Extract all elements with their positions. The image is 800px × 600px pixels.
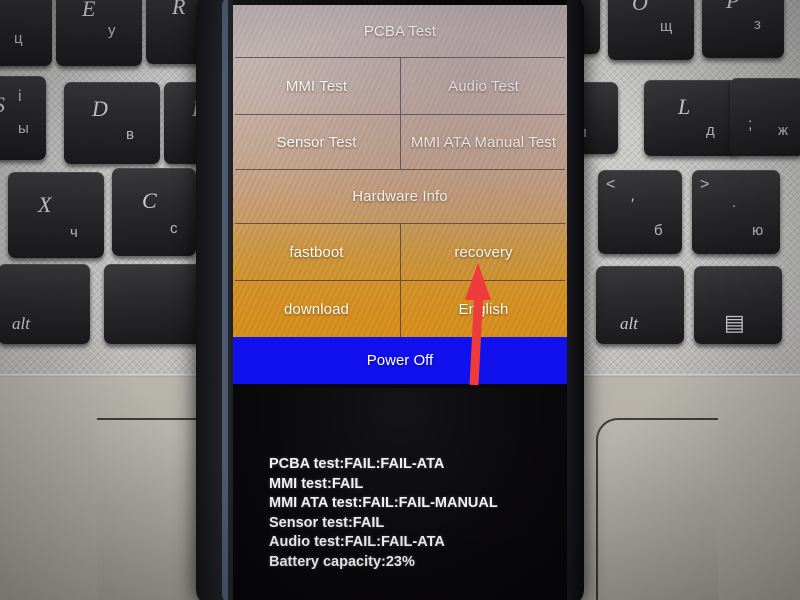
status-line-pcba: PCBA test:FAIL:FAIL-ATA [269,456,445,472]
key-comma[interactable]: < ′ б [598,170,682,254]
key-latin-label: S [0,92,5,118]
key-cyrillic-label: в [126,126,134,143]
key-latin-label: C [142,188,157,213]
key-semicolon[interactable]: ; ж [730,78,800,156]
key-dot-glyph: · [732,200,736,215]
key-p[interactable]: P з [702,0,784,58]
key-slash-glyph: ′ [630,196,634,213]
key-latin-label: P [726,0,740,13]
key-cyrillic-label: у [108,22,116,39]
key-latin-label: L [678,94,691,119]
key-latin-label: D [92,96,108,121]
key-s[interactable]: S i ы [0,76,46,160]
phone-screen: PCBA Test MMI Test Audio Test Sensor Tes… [233,0,567,600]
key-alt-label: alt [12,314,30,333]
key-alt-left[interactable]: alt [0,264,90,344]
key-d[interactable]: D в [64,82,160,164]
menu-item-mmi-ata-manual-test[interactable]: MMI ATA Manual Test [400,115,567,169]
key-l[interactable]: L д [644,80,738,156]
status-line-mmi-ata: MMI ATA test:FAIL:FAIL-MANUAL [269,495,498,511]
key-symbol-label: < [606,176,616,193]
key-symbol-label: ; [748,116,753,133]
key-symbol-label: i [18,88,22,105]
key-x[interactable]: X ч [8,172,104,258]
key-cyrillic-label: д [706,122,715,139]
key-c[interactable]: C с [112,168,196,256]
key-cyrillic-label: ж [778,122,789,139]
context-menu-icon: ▤ [724,310,745,335]
status-line-sensor: Sensor test:FAIL [269,514,385,531]
status-line-mmi: MMI test:FAIL [269,475,364,492]
menu-divider-vertical [400,58,401,114]
key-latin-label: R [172,0,186,19]
key-context-menu[interactable]: ▤ [694,266,782,344]
trackpad-right-edge [596,418,718,600]
menu-item-hardware-info[interactable]: Hardware Info [233,170,567,223]
key-latin-label: X [38,192,52,217]
key-cyrillic-label: ы [18,120,29,137]
menu-divider-vertical [400,281,401,337]
menu-item-recovery[interactable]: recovery [400,224,567,280]
key-cyrillic-label: з [754,16,761,33]
key-e[interactable]: E у [56,0,142,66]
key-space-left[interactable] [104,264,204,344]
screenshot-scene: ц E у R к S i ы D в F X ч C с alt и O щ … [0,0,800,600]
key-latin-label: O [632,0,648,15]
status-line-audio: Audio test:FAIL:FAIL-ATA [269,534,445,550]
key-period[interactable]: > · ю [692,170,780,254]
key-alt-label: alt [620,314,638,333]
menu-divider-vertical [400,224,401,280]
key-o[interactable]: O щ [608,0,694,60]
menu-item-audio-test[interactable]: Audio Test [400,58,567,114]
key-cyrillic-label: ю [752,222,764,239]
power-off-button[interactable]: Power Off [233,337,567,384]
menu-item-download[interactable]: download [233,281,400,337]
key-cyrillic-label: ц [14,30,23,47]
key-cyrillic-label: щ [660,18,673,35]
menu-row-hardware-info: Hardware Info [233,170,567,223]
status-line-battery: Battery capacity:23% [269,553,415,570]
key-w-ts[interactable]: ц [0,0,52,66]
status-log: PCBA test:FAIL:FAIL-ATA MMI test:FAIL MM… [233,455,567,572]
menu-row-title: PCBA Test [233,5,567,57]
key-latin-label: E [82,0,96,21]
key-cyrillic-label: с [170,220,178,237]
menu-divider-vertical [400,115,401,169]
menu-item-pcba-test[interactable]: PCBA Test [233,5,567,57]
menu-item-fastboot[interactable]: fastboot [233,224,400,280]
menu-item-english[interactable]: English [400,281,567,337]
pcba-test-menu: PCBA Test MMI Test Audio Test Sensor Tes… [233,5,567,337]
key-symbol-label: > [700,176,710,193]
menu-item-mmi-test[interactable]: MMI Test [233,58,400,114]
key-cyrillic-label: б [654,222,663,239]
menu-item-sensor-test[interactable]: Sensor Test [233,115,400,169]
key-cyrillic-label: ч [70,224,78,241]
key-alt-right[interactable]: alt [596,266,684,344]
